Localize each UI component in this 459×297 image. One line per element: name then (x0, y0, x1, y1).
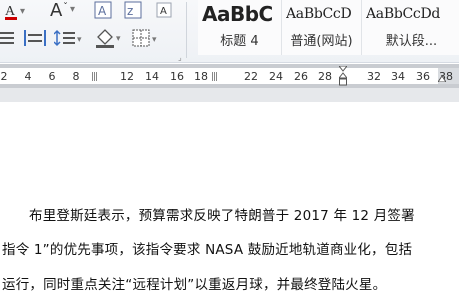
ruler-tick-label: 12 (120, 70, 134, 83)
ruler-tick-label: 32 (367, 70, 381, 83)
style-heading-4[interactable]: AaBbC 标题 4 (198, 0, 282, 55)
line-spacing-icon[interactable]: ▾ (54, 29, 84, 47)
ruler-tick-label: 2 (0, 70, 8, 83)
chevron-down-icon[interactable]: ▾ (20, 4, 25, 20)
svg-text:A: A (160, 6, 167, 17)
page-gap (0, 88, 459, 102)
more-icon[interactable]: A (156, 2, 172, 18)
character-border-icon[interactable]: A (94, 1, 112, 19)
ruler-tick-label: 18 (194, 70, 208, 83)
style-sample: AaBbCcD (286, 6, 352, 22)
grow-font-icon[interactable]: A ˇ ▾ (48, 0, 82, 20)
svg-text:▾: ▾ (77, 35, 82, 45)
indent-marker-icon[interactable] (337, 65, 349, 90)
ruler-tick-label: 24 (269, 70, 283, 83)
ruler-tick-label: 36 (416, 70, 430, 83)
replace-icon[interactable]: z (124, 1, 142, 19)
ruler-tick-label: 8 (72, 70, 80, 83)
paragraph-line[interactable]: 指令 1”的优先事项，该指令要求 NASA 鼓励近地轨道商业化，包括 (2, 238, 459, 258)
ruler-tick-label: 16 (170, 70, 184, 83)
ruler-tick-label: 4 (24, 70, 32, 83)
align-justify-icon[interactable] (0, 30, 14, 46)
svg-text:▾: ▾ (152, 35, 157, 45)
style-name: 默认段... (385, 34, 438, 49)
svg-text:▾: ▾ (70, 4, 75, 15)
ribbon-toolbar: A ▾ A ˇ ▾ A z A ▾ ▾ ▾ ⌟ AaBbC 标题 4 AaBbCcD… (0, 0, 459, 63)
style-name: 标题 4 (220, 34, 259, 49)
ribbon-divider (186, 2, 187, 58)
paragraph-line[interactable]: 运行，同时重点关注“远程计划”以重返月球，并最终登陆火星。 (2, 273, 459, 293)
svg-text:A: A (50, 0, 63, 20)
document-page[interactable]: 布里登斯廷表示，预算需求反映了特朗普于 2017 年 12 月签署 指令 1”的… (0, 102, 459, 297)
svg-text:▾: ▾ (116, 34, 121, 44)
horizontal-ruler[interactable]: 2 4 6 8 12 14 16 18 22 24 26 28 32 34 36 38 (0, 64, 459, 88)
right-indent-marker-icon[interactable] (438, 74, 446, 82)
svg-text:A: A (98, 4, 107, 18)
svg-text:A: A (5, 4, 16, 19)
style-normal-web[interactable]: AaBbCcD 普通(网站) (282, 0, 362, 55)
ruler-tick-label: 34 (391, 70, 405, 83)
style-sample: AaBbCcDd (366, 6, 441, 22)
style-sample: AaBbC (202, 2, 273, 26)
style-default-paragraph[interactable]: AaBbCcDd 默认段... (362, 0, 459, 55)
svg-text:ˇ: ˇ (63, 1, 68, 13)
borders-icon[interactable]: ▾ (132, 29, 162, 47)
svg-text:z: z (127, 4, 133, 18)
ruler-tick-label: 14 (145, 70, 159, 83)
shading-icon[interactable]: ▾ (94, 28, 126, 48)
style-name: 普通(网站) (290, 34, 353, 49)
ruler-tick-label: 22 (244, 70, 258, 83)
ruler-tick-label: 6 (48, 70, 56, 83)
paragraph-line[interactable]: 布里登斯廷表示，预算需求反映了特朗普于 2017 年 12 月签署 (29, 204, 459, 224)
ruler-tick-label: 26 (294, 70, 308, 83)
distributed-icon[interactable] (24, 29, 46, 47)
styles-gallery: AaBbC 标题 4 AaBbCcD 普通(网站) AaBbCcDd 默认段..… (198, 0, 459, 58)
ruler-tick-label: 28 (318, 70, 332, 83)
ruler-column-marker[interactable] (92, 72, 98, 81)
ruler-column-marker[interactable] (212, 72, 218, 81)
